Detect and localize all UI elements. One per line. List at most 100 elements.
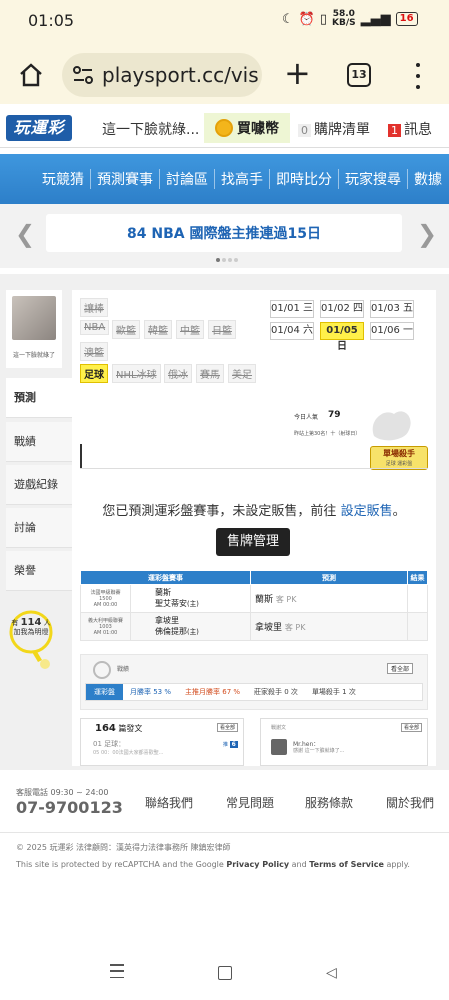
browser-menu-icon[interactable]	[414, 63, 422, 89]
text-cursor	[80, 444, 82, 468]
date-button[interactable]: 01/03 五	[370, 300, 414, 318]
table-header: 預測	[250, 570, 408, 585]
copyright: © 2025 玩運彩 法律顧問：漢英得力法律事務所 陳鎮宏律師	[16, 843, 231, 852]
moon-icon: ☾	[282, 11, 294, 27]
category-tab[interactable]: 俄冰	[164, 364, 192, 383]
category-tab[interactable]: NHL冰球	[112, 364, 161, 383]
url-bar[interactable]: playsport.cc/vis	[62, 53, 262, 97]
articles-view-all-button[interactable]: 看全部	[217, 723, 239, 732]
side-tab-predict[interactable]: 預測	[6, 378, 72, 418]
thanks-card: 戰謝文 看全部 Mr.hen： 感謝 這一下臉就綠了...	[260, 718, 428, 766]
nav-item[interactable]: 數據	[408, 169, 448, 189]
back-icon[interactable]: ◁	[326, 965, 337, 981]
push-tag: 推 6	[223, 741, 238, 748]
footer-link-about[interactable]: 關於我們	[386, 794, 434, 811]
date-button-selected[interactable]: 01/05 日	[320, 322, 364, 352]
fans-count: 114	[20, 617, 42, 628]
alarm-icon: ⏰	[298, 11, 315, 27]
fans-lamp[interactable]: 有 114 人加我為明燈	[6, 610, 56, 669]
date-button[interactable]: 01/06 一	[370, 322, 414, 340]
thanks-text: 感謝 這一下臉就綠了...	[293, 748, 345, 754]
system-nav-bar: ◁	[0, 950, 449, 1000]
tab-switcher-button[interactable]: 13	[347, 63, 371, 87]
date-button[interactable]: 01/04 六	[270, 322, 314, 340]
article-preview: 05 00：00法國大家都喜歡聖...	[93, 750, 164, 756]
nav-item[interactable]: 即時比分	[270, 169, 339, 189]
battery-icon: 16	[395, 12, 418, 26]
recent-apps-icon[interactable]	[110, 964, 124, 978]
category-tab[interactable]: 歐籃	[112, 320, 140, 339]
footer-link-faq[interactable]: 常見問題	[226, 794, 274, 811]
sale-notice: 您已預測運彩盤賽事，未設定販售，前往 設定販售。	[102, 504, 406, 519]
recaptcha-note: This site is protected by reCAPTCHA and …	[16, 860, 410, 869]
category-tab[interactable]: NBA	[80, 320, 110, 335]
category-tab[interactable]: 讓棒	[80, 298, 108, 317]
prediction-table: 運彩盤賽事 預測 結果 法國甲級聯賽 1500 AM 00:00 蘭斯 聖艾蒂安(主)…	[80, 570, 428, 641]
category-tab[interactable]: 澳籃	[80, 342, 108, 361]
nav-item[interactable]: 玩家搜尋	[339, 169, 408, 189]
rank-text: 昨站上第30名！十（射球日）	[294, 431, 361, 437]
category-tab[interactable]: 中籃	[176, 320, 204, 339]
footer-link-contact[interactable]: 聯絡我們	[145, 794, 193, 811]
chevron-right-icon[interactable]: ❯	[417, 220, 437, 248]
date-button[interactable]: 01/02 四	[320, 300, 364, 318]
side-tab-games[interactable]: 遊戲紀錄	[6, 465, 72, 505]
set-sale-link[interactable]: 設定販售	[341, 504, 393, 519]
profile-content: 這一下臉就綠了 預測 戰績 遊戲紀錄 討論 榮譽 有 114 人加我為明燈 讓棒…	[0, 274, 449, 770]
thanks-view-all-button[interactable]: 看全部	[401, 723, 423, 732]
divider	[80, 468, 428, 469]
messages-button[interactable]: 1 訊息	[388, 119, 432, 139]
chevron-left-icon[interactable]: ❮	[15, 220, 35, 248]
record-view-all-button[interactable]: 看全部	[387, 663, 414, 674]
season-killer: 莊家殺手 0 次	[254, 688, 298, 696]
banner-link[interactable]: 84 NBA 國際盤主推連過15日	[46, 214, 402, 252]
side-tab-forum[interactable]: 討論	[6, 508, 72, 548]
record-tab[interactable]: 運彩盤	[86, 684, 123, 700]
avatar[interactable]	[271, 739, 287, 755]
browser-chrome: 01:05 ☾ ⏰ ▯ 58.0 KB/S ▂▄▆ 16 playsport.cc…	[0, 0, 449, 104]
net-speed: 58.0 KB/S	[332, 9, 356, 28]
status-time: 01:05	[28, 11, 75, 30]
privacy-policy-link[interactable]: Privacy Policy	[226, 860, 289, 869]
nav-item[interactable]: 預測賽事	[91, 169, 160, 189]
site-logo[interactable]: 玩運彩	[6, 115, 72, 141]
category-tab[interactable]: 美足	[228, 364, 256, 383]
buy-coin-button[interactable]: 買噱幣	[204, 113, 290, 143]
category-tab[interactable]: 日籃	[208, 320, 236, 339]
category-tab[interactable]: 賽馬	[196, 364, 224, 383]
divider	[0, 832, 449, 833]
avatar[interactable]	[12, 296, 56, 340]
profile-card: 這一下臉就綠了	[6, 290, 62, 368]
record-title: 戰績	[117, 666, 130, 673]
service-phone[interactable]: 07-9700123	[16, 798, 123, 817]
category-tab[interactable]: 韓籃	[144, 320, 172, 339]
footer-link-terms[interactable]: 服務條款	[305, 794, 353, 811]
prediction-panel: 讓棒 NBA 歐籃 韓籃 中籃 日籃 澳籃 足球 NHL冰球 俄冰 賽馬 美足 …	[72, 290, 436, 766]
category-tab-active[interactable]: 足球	[80, 364, 108, 383]
date-button[interactable]: 01/01 三	[270, 300, 314, 318]
article-count: 164	[95, 723, 116, 734]
side-tab-record[interactable]: 戰績	[6, 422, 72, 462]
table-header: 結果	[407, 570, 428, 585]
nav-item[interactable]: 找高手	[215, 169, 270, 189]
sale-management-button[interactable]: 售牌管理	[216, 528, 290, 556]
terms-link[interactable]: Terms of Service	[309, 860, 384, 869]
record-stats: 運彩盤 月勝率 53 % 主推月勝率 67 % 莊家殺手 0 次 單場殺手 1 …	[85, 683, 423, 701]
article-item[interactable]: 01 足球：	[93, 739, 125, 749]
nav-item[interactable]: 討論區	[160, 169, 215, 189]
nav-item[interactable]: 玩競猜	[36, 169, 91, 189]
url-text: playsport.cc/vis	[102, 63, 259, 87]
user-nickname[interactable]: 這一下臉就綠...	[102, 119, 199, 139]
table-header: 運彩盤賽事	[80, 570, 251, 585]
home-icon[interactable]	[18, 62, 44, 88]
record-icon	[93, 661, 111, 679]
thanks-title: 戰謝文	[271, 725, 287, 731]
purchase-list-button[interactable]: 0 購牌清單	[298, 119, 370, 139]
main-nav: 玩競猜 預測賽事 討論區 找高手 即時比分 玩家搜尋 數據	[0, 154, 449, 204]
side-tab-honor[interactable]: 榮譽	[6, 551, 72, 591]
home-button-icon[interactable]	[218, 966, 232, 980]
status-icons: ☾ ⏰ ▯ 58.0 KB/S ▂▄▆ 16	[282, 10, 418, 28]
table-row: 法國甲級聯賽 1500 AM 00:00 蘭斯 聖艾蒂安(主) 蘭斯 客 PK	[80, 584, 428, 613]
site-settings-icon[interactable]	[72, 65, 94, 85]
new-tab-button[interactable]: +	[284, 56, 311, 90]
